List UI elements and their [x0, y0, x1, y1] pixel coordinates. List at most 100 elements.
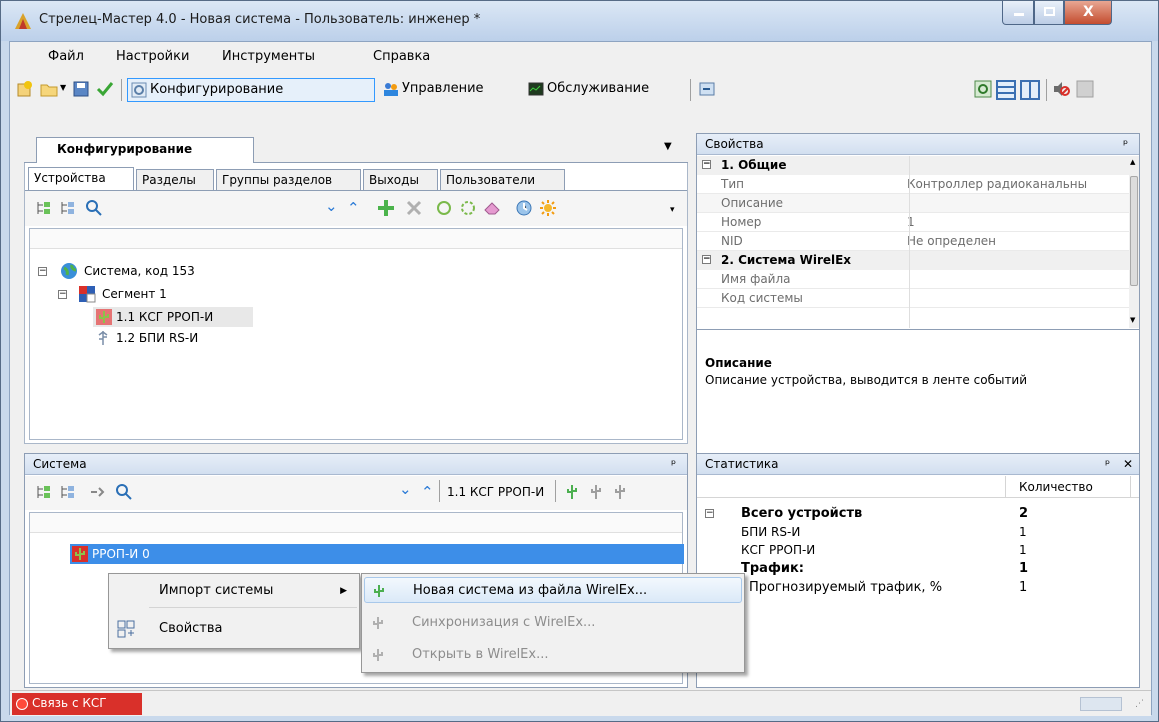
collapse-tree-icon[interactable] — [59, 199, 77, 217]
service-mode-button[interactable]: Обслуживание — [525, 78, 685, 102]
device-scan-icon[interactable] — [459, 199, 477, 217]
menu-settings[interactable]: Настройки — [116, 49, 189, 64]
prop-row-description[interactable]: Описание — [697, 194, 1129, 213]
properties-scrollbar[interactable]: ▲ ▼ — [1129, 156, 1139, 328]
status-indicator — [1080, 697, 1122, 711]
move-up-icon[interactable]: ⌃ — [421, 483, 434, 501]
import-submenu: Новая система из файла WirelEx... Синхро… — [361, 573, 745, 673]
maximize-button[interactable] — [1034, 1, 1064, 25]
move-up-icon[interactable]: ⌃ — [347, 199, 360, 217]
search-icon[interactable] — [115, 483, 133, 501]
overflow-icon[interactable]: ▾ — [670, 205, 675, 215]
menu-tools[interactable]: Инструменты — [222, 49, 315, 64]
category-wirelex[interactable]: − 2. Система WirelEx — [697, 251, 1129, 270]
menu-item-properties[interactable]: Свойства — [111, 616, 357, 642]
menu-item-open-wirelex[interactable]: Открыть в WirelEx... — [364, 642, 742, 668]
mute-sound-icon[interactable] — [1052, 80, 1070, 98]
collapse-system-icon[interactable]: − — [38, 267, 47, 276]
tab-partitions[interactable]: Разделы — [136, 169, 214, 190]
device-link-icon[interactable] — [435, 199, 453, 217]
tree-device-1[interactable]: 1.1 КСГ РРОП-И — [116, 308, 213, 326]
close-icon[interactable]: ✕ — [1123, 457, 1133, 471]
tree-item-selected[interactable] — [70, 544, 684, 564]
stats-traffic-value: 1 — [1019, 561, 1029, 576]
expand-tree-icon[interactable] — [35, 199, 53, 217]
menu-item-new-system-from-file[interactable]: Новая система из файла WirelEx... — [364, 577, 742, 603]
collapse-category-icon[interactable]: − — [702, 160, 711, 169]
eraser-icon[interactable] — [483, 199, 501, 217]
devices-toolbar: ⌄ ⌃ ▾ — [25, 190, 687, 226]
statistics-title: Статистика — [705, 457, 779, 471]
tab-outputs[interactable]: Выходы — [363, 169, 438, 190]
move-down-icon[interactable]: ⌄ — [325, 197, 338, 215]
chevron-down-icon[interactable]: ▼ — [664, 141, 672, 152]
check-icon[interactable] — [96, 80, 114, 98]
tab-users[interactable]: Пользователи — [440, 169, 565, 190]
category-general[interactable]: − 1. Общие — [697, 156, 1129, 175]
cactus-green-icon[interactable] — [563, 483, 581, 501]
pin-icon[interactable]: ᵖ — [671, 457, 676, 471]
clock-check-icon[interactable] — [515, 199, 533, 217]
collapse-segment-icon[interactable]: − — [58, 290, 67, 299]
connection-status[interactable]: Связь с КСГ — [12, 693, 142, 715]
delete-icon[interactable] — [405, 199, 423, 217]
export-icon[interactable] — [698, 80, 716, 98]
prop-value: Не определен — [907, 234, 996, 248]
pin-icon[interactable]: ᵖ — [1105, 457, 1110, 471]
prop-row-system-code[interactable]: Код системы — [697, 289, 1129, 308]
menu-item-sync-wirelex[interactable]: Синхронизация с WirelEx... — [364, 610, 742, 636]
minimize-button[interactable] — [1002, 1, 1034, 25]
layout-rows-icon[interactable] — [996, 80, 1016, 100]
column-count-label[interactable]: Количество — [1019, 480, 1093, 494]
cactus-gray-icon[interactable] — [611, 483, 629, 501]
add-device-icon[interactable] — [377, 199, 395, 217]
link-icon[interactable] — [89, 483, 107, 501]
scroll-up-icon[interactable]: ▲ — [1130, 158, 1135, 166]
prop-row-nid[interactable]: NID Не определен — [697, 232, 1129, 251]
chevron-down-icon[interactable]: ▼ — [60, 83, 66, 92]
scroll-down-icon[interactable]: ▼ — [1130, 316, 1135, 324]
save-icon[interactable] — [72, 80, 90, 98]
grid-icon[interactable] — [1076, 80, 1094, 98]
collapse-tree-icon[interactable] — [59, 483, 77, 501]
cactus-gray-icon[interactable] — [587, 483, 605, 501]
pin-icon[interactable]: ᵖ — [1123, 137, 1128, 151]
segment-icon — [79, 286, 96, 303]
new-system-icon[interactable] — [16, 80, 34, 98]
resize-grip-icon[interactable]: ⋰ — [1135, 699, 1144, 709]
title-bar: Стрелец-Мастер 4.0 - Новая система - Пол… — [1, 1, 1158, 41]
menu-help[interactable]: Справка — [373, 49, 430, 64]
menu-file[interactable]: Файл — [48, 49, 84, 64]
property-grid: − 1. Общие Тип Контроллер радиоканальны О… — [697, 156, 1129, 350]
tree-item-label[interactable]: РРОП-И 0 — [92, 547, 150, 561]
prop-row-number[interactable]: Номер 1 — [697, 213, 1129, 232]
layout-columns-icon[interactable] — [1020, 80, 1040, 100]
config-tab[interactable]: Конфигурирование — [36, 137, 254, 163]
collapse-category-icon[interactable]: − — [702, 255, 711, 264]
expand-tree-icon[interactable] — [35, 483, 53, 501]
category-general-label: 1. Общие — [721, 158, 787, 172]
usb-icon — [98, 331, 108, 345]
tab-partition-groups[interactable]: Группы разделов — [216, 169, 361, 190]
close-button[interactable]: X — [1064, 1, 1112, 25]
tree-segment[interactable]: Сегмент 1 — [102, 285, 167, 303]
description-title: Описание — [705, 356, 772, 370]
prop-row-type[interactable]: Тип Контроллер радиоканальны — [697, 175, 1129, 194]
config-mode-button[interactable]: Конфигурирование — [127, 78, 375, 102]
collapse-total-icon[interactable]: − — [705, 509, 714, 518]
tab-devices[interactable]: Устройства — [28, 167, 134, 190]
prop-value: Контроллер радиоканальны — [907, 177, 1088, 191]
control-mode-button[interactable]: Управление — [380, 78, 520, 102]
tree-device-2[interactable]: 1.2 БПИ RS-И — [116, 329, 198, 347]
menu-item-label: Синхронизация с WirelEx... — [412, 615, 596, 630]
search-icon[interactable] — [85, 199, 103, 217]
refresh-icon[interactable] — [974, 80, 992, 98]
move-down-icon[interactable]: ⌄ — [399, 480, 412, 498]
sun-icon[interactable] — [539, 199, 557, 217]
tree-system[interactable]: Система, код 153 — [84, 262, 195, 280]
prop-row-filename[interactable]: Имя файла — [697, 270, 1129, 289]
context-menu: Импорт системы ▶ Свойства — [108, 573, 360, 649]
open-folder-icon[interactable] — [40, 80, 58, 98]
menu-item-import-system[interactable]: Импорт системы ▶ — [111, 578, 357, 604]
scroll-thumb[interactable] — [1130, 176, 1138, 286]
